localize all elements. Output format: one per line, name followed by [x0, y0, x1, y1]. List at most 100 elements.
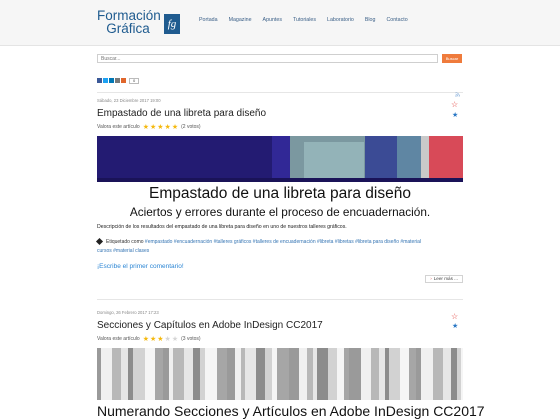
rating-label: Valora este artículo	[97, 124, 140, 130]
article-title[interactable]: Empastado de una libreta para diseño	[97, 108, 266, 119]
article-tags: Etiquetado como #empastado #encuadernaci…	[95, 237, 463, 255]
blind-stripe	[101, 348, 112, 400]
tag-link[interactable]: #libreta para diseño	[355, 239, 399, 245]
blind-stripe	[328, 348, 337, 400]
tag-link[interactable]: cursos	[97, 248, 112, 254]
blind-stripe	[145, 348, 155, 400]
logo-text: Formación Gráfica	[97, 9, 161, 36]
blind-stripe	[307, 348, 313, 400]
nav-item-tutoriales[interactable]: Tutoriales	[293, 17, 316, 23]
nav-item-apuntes[interactable]: Apuntes	[263, 17, 282, 23]
tag-link[interactable]: #empastado	[145, 239, 173, 245]
blind-stripe	[349, 348, 361, 400]
blind-stripe	[163, 348, 169, 400]
blind-stripe	[169, 348, 173, 400]
blind-stripe	[133, 348, 145, 400]
blind-stripe	[217, 348, 227, 400]
blind-stripe	[235, 348, 241, 400]
share-count: 0	[129, 77, 140, 84]
blind-stripe	[112, 348, 121, 400]
blind-stripe	[337, 348, 344, 400]
article-subheading: Aciertos y errores durante el proceso de…	[129, 205, 431, 219]
blind-stripe	[97, 348, 101, 400]
blind-stripe	[299, 348, 307, 400]
article-2: Domingo, 26 Febrero 2017 17:23 ☆ ★ Secci…	[97, 306, 485, 420]
blind-stripe	[409, 348, 416, 400]
site-logo[interactable]: Formación Gráfica fg	[97, 9, 187, 39]
logo-mark: fg	[164, 14, 180, 34]
blind-stripe	[389, 348, 400, 400]
rating-votes: (3 votos)	[181, 336, 201, 342]
share-bar: 0	[97, 77, 140, 84]
linkedin-icon[interactable]	[109, 78, 114, 83]
article-image-notebook[interactable]	[97, 136, 463, 182]
article-description: Descripción de los resultados del empast…	[97, 224, 347, 230]
blind-stripe	[128, 348, 133, 400]
bookmark-star-icon[interactable]: ★	[452, 323, 458, 331]
favorite-star-outline-icon[interactable]: ☆	[451, 313, 458, 321]
blind-stripe	[443, 348, 451, 400]
blind-stripe	[451, 348, 457, 400]
blind-stripe	[277, 348, 289, 400]
rss-icon[interactable]	[455, 92, 460, 97]
blind-stripe	[289, 348, 299, 400]
article-date: Sábado, 23 Diciembre 2017 19:00	[97, 98, 161, 103]
email-icon[interactable]	[115, 78, 120, 83]
search-input[interactable]	[97, 54, 438, 63]
rating-votes: (2 votos)	[181, 124, 201, 130]
twitter-icon[interactable]	[103, 78, 108, 83]
tag-link[interactable]: #encuadernación	[174, 239, 212, 245]
blind-stripe	[379, 348, 385, 400]
blind-stripe	[227, 348, 235, 400]
blind-stripe	[272, 348, 277, 400]
nav-item-contacto[interactable]: Contacto	[386, 17, 407, 23]
tag-link[interactable]: #libretas	[335, 239, 354, 245]
tag-link[interactable]: #material	[400, 239, 421, 245]
search-button[interactable]: Buscar	[442, 54, 462, 63]
blind-stripe	[317, 348, 328, 400]
blind-stripe	[265, 348, 272, 400]
article-heading: Numerando Secciones y Artículos en Adobe…	[97, 403, 485, 419]
blind-stripe	[193, 348, 200, 400]
rating-stars[interactable]: ★★★★★	[143, 335, 179, 343]
blind-stripe	[205, 348, 217, 400]
nav-item-magazine[interactable]: Magazine	[229, 17, 252, 23]
page: Formación Gráfica fg Portada Magazine Ap…	[0, 0, 560, 420]
article-title[interactable]: Secciones y Capítulos en Adobe InDesign …	[97, 320, 323, 331]
nav-item-portada[interactable]: Portada	[199, 17, 218, 23]
blind-stripe	[461, 348, 463, 400]
bookmark-star-icon[interactable]: ★	[452, 112, 458, 120]
facebook-icon[interactable]	[97, 78, 102, 83]
divider	[97, 299, 463, 300]
more-icon[interactable]	[121, 78, 126, 83]
blind-stripe	[313, 348, 317, 400]
blind-stripe	[344, 348, 349, 400]
article-heading: Empastado de una libreta para diseño	[149, 185, 411, 202]
chevron-right-icon: ›	[430, 276, 432, 281]
blind-stripe	[241, 348, 245, 400]
article-rating: Valora este artículo ★★★★★ (2 votos)	[97, 123, 201, 131]
blind-stripe	[433, 348, 443, 400]
nav-item-blog[interactable]: Blog	[365, 17, 376, 23]
blind-stripe	[416, 348, 421, 400]
logo-line-2: Gráfica	[106, 21, 150, 36]
blind-stripe	[155, 348, 163, 400]
tag-link[interactable]: #talleres de encuadernación	[253, 239, 316, 245]
tag-link[interactable]: #libreta	[317, 239, 333, 245]
tag-link[interactable]: #material clases	[113, 248, 149, 254]
blind-stripe	[457, 348, 461, 400]
site-header: Formación Gráfica fg Portada Magazine Ap…	[0, 0, 560, 46]
favorite-star-outline-icon[interactable]: ☆	[451, 101, 458, 109]
read-more-label: Leer más ...	[433, 276, 458, 281]
blind-stripe	[256, 348, 265, 400]
blind-stripe	[184, 348, 193, 400]
first-comment-link[interactable]: ¡Escribe el primer comentario!	[97, 263, 184, 270]
nav-item-laboratorio[interactable]: Laboratorio	[327, 17, 354, 23]
rating-stars[interactable]: ★★★★★	[143, 123, 179, 131]
article-image-blinds[interactable]	[97, 348, 463, 400]
read-more-button[interactable]: › Leer más ...	[425, 275, 463, 283]
tag-link[interactable]: #talleres gráficos	[214, 239, 252, 245]
article-date: Domingo, 26 Febrero 2017 17:23	[97, 310, 159, 315]
blind-stripe	[371, 348, 379, 400]
rating-label: Valora este artículo	[97, 336, 140, 342]
